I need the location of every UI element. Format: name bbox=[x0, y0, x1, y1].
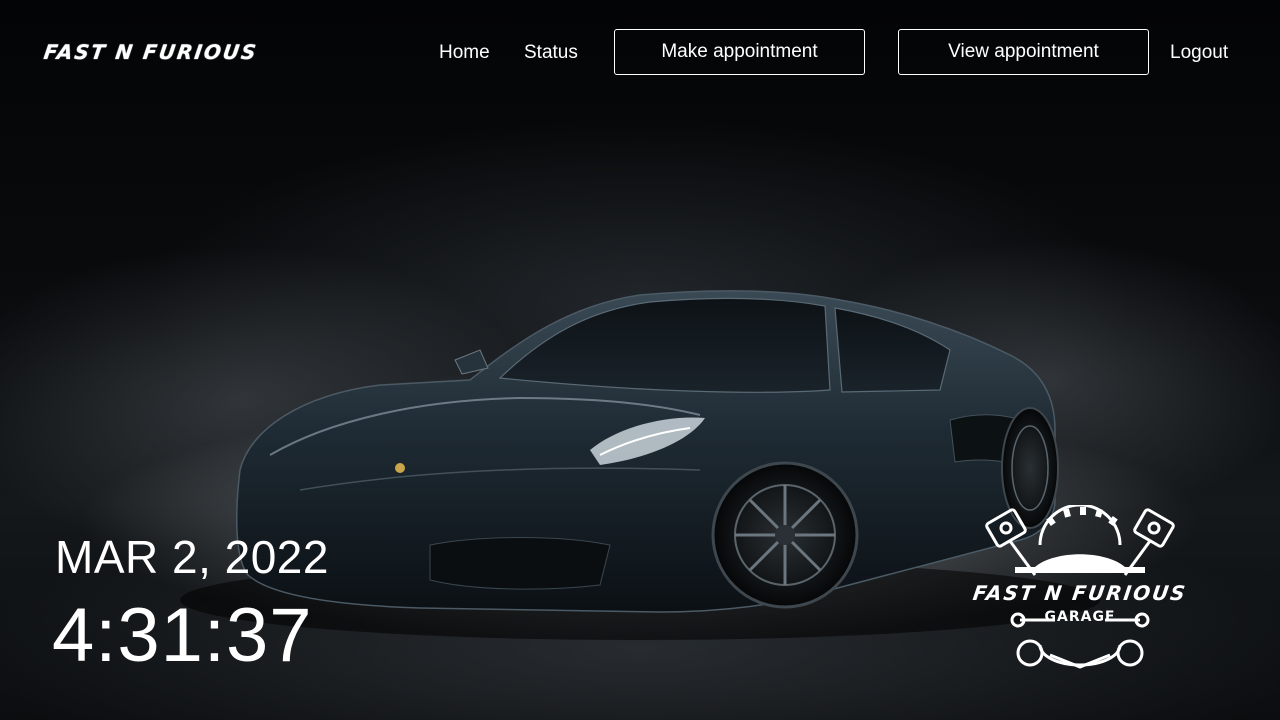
make-appointment-label: Make appointment bbox=[661, 41, 818, 62]
make-appointment-button[interactable]: Make appointment bbox=[614, 29, 865, 75]
home-page: FAST N FURIOUS Home Status Make appointm… bbox=[0, 0, 1280, 720]
view-appointment-button[interactable]: View appointment bbox=[898, 29, 1149, 75]
garage-emblem: FAST N FURIOUS GARAGE bbox=[930, 505, 1230, 675]
current-time: 4:31:37 bbox=[52, 593, 313, 678]
view-appointment-label: View appointment bbox=[948, 41, 1099, 62]
nav-status-link[interactable]: Status bbox=[524, 42, 578, 64]
piston-icon bbox=[1123, 508, 1175, 576]
emblem-title: FAST N FURIOUS bbox=[971, 581, 1189, 605]
car-silhouette-icon bbox=[1015, 554, 1145, 573]
emblem-subtitle: GARAGE bbox=[1044, 609, 1116, 625]
piston-icon bbox=[985, 508, 1037, 576]
current-date: MAR 2, 2022 bbox=[55, 531, 329, 583]
gear-icon bbox=[1038, 505, 1122, 546]
top-navigation: FAST N FURIOUS Home Status Make appointm… bbox=[0, 28, 1280, 78]
logout-link[interactable]: Logout bbox=[1170, 42, 1228, 64]
brand-logo[interactable]: FAST N FURIOUS bbox=[42, 40, 259, 64]
nav-home-link[interactable]: Home bbox=[439, 42, 490, 64]
